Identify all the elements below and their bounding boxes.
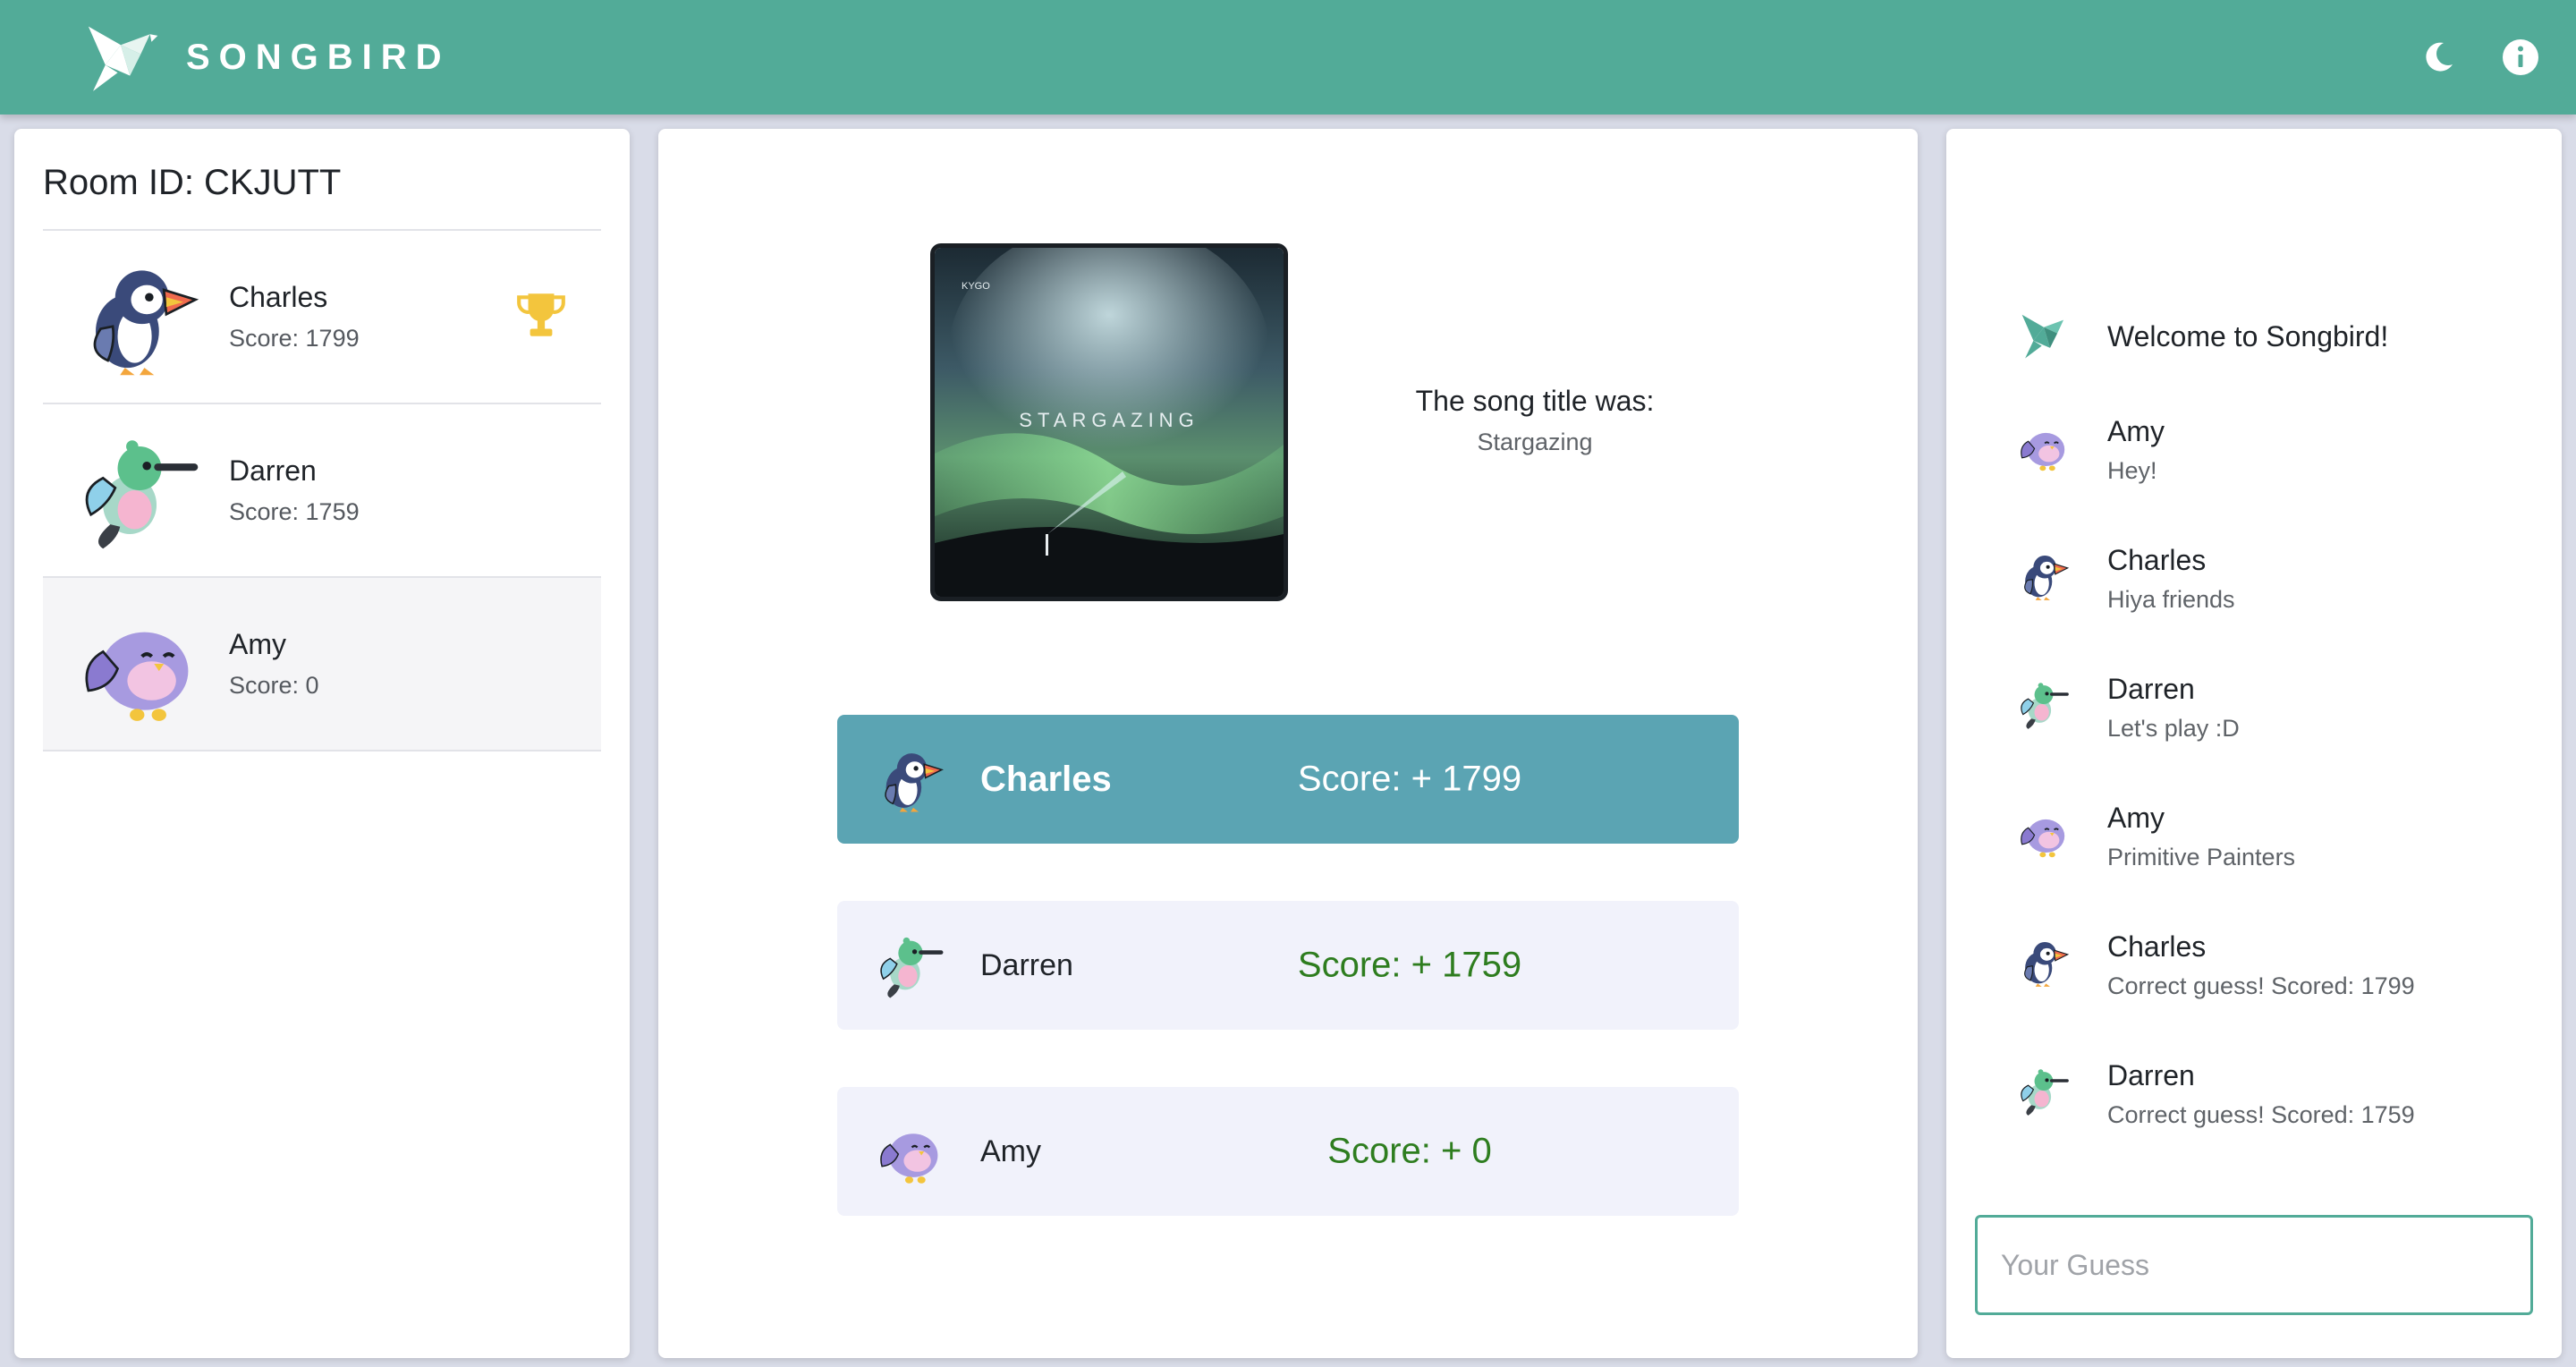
room-id: Room ID: CKJUTT [43,163,342,202]
chat-author: Amy [2107,802,2165,834]
brand[interactable]: SONGBIRD [82,19,451,96]
album-art-image: STARGAZING KYGO [935,248,1284,597]
guess-input[interactable] [2001,1218,2530,1312]
hummingbird-avatar-icon [2018,1065,2070,1117]
result-name: Darren [980,947,1073,982]
album-cover: STARGAZING KYGO [930,243,1288,601]
trophy-icon [517,293,565,336]
chat-text: Hiya friends [2107,586,2235,613]
hummingbird-avatar-icon [877,931,945,999]
chat-author: Charles [2107,544,2207,576]
chat-message: Darren Let's play :D [2018,673,2240,743]
round-results-panel: STARGAZING KYGO The song title was: Star… [658,129,1918,1358]
chat-text: Correct guess! Scored: 1799 [2107,972,2415,999]
song-title-label: The song title was: [1415,385,1655,417]
dark-mode-button[interactable] [2415,34,2462,81]
players-panel: Room ID: CKJUTT Charles Score: 1799 Darr… [14,129,630,1358]
app-name: SONGBIRD [186,37,451,77]
chat-panel: Welcome to Songbird! Amy Hey! Charles Hi… [1946,129,2562,1358]
puffin-avatar-icon [2018,936,2070,988]
chat-author: Darren [2107,673,2195,705]
result-row-winner: Charles Score: + 1799 [837,715,1739,844]
puffin-avatar-icon [2018,549,2070,601]
chat-message: Amy Hey! [2018,415,2165,485]
info-button[interactable] [2497,34,2544,81]
hummingbird-avatar-icon [79,429,200,551]
chat-author: Amy [2107,415,2165,447]
purple-bird-avatar-icon [79,603,200,725]
player-score: Score: 0 [229,672,319,699]
song-title: Stargazing [1477,429,1593,455]
chat-author: Darren [2107,1059,2195,1091]
chat-message: Darren Correct guess! Scored: 1759 [2018,1059,2415,1129]
chat-message: Amy Primitive Painters [2018,802,2295,871]
player-row-charles: Charles Score: 1799 [43,231,601,404]
result-name: Charles [980,759,1112,799]
chat-welcome: Welcome to Songbird! [2018,304,2388,361]
purple-bird-avatar-icon [877,1117,945,1185]
chat-text: Primitive Painters [2107,844,2296,870]
album-art-text: STARGAZING [1019,409,1199,431]
songbird-logo-icon [88,26,158,91]
moon-icon [2426,42,2453,72]
chat-author: Charles [2107,930,2207,963]
player-row-darren: Darren Score: 1759 [43,404,601,578]
chat-text: Let's play :D [2107,715,2240,742]
welcome-message: Welcome to Songbird! [2107,320,2389,352]
chat-message: Charles Hiya friends [2018,544,2235,614]
purple-bird-avatar-icon [2018,807,2070,859]
player-score: Score: 1759 [229,498,360,525]
player-score: Score: 1799 [229,325,360,352]
chat-message: Charles Correct guess! Scored: 1799 [2018,930,2415,1000]
songbird-logo-icon [2021,314,2064,359]
player-row-amy: Amy Score: 0 [43,578,601,751]
result-row: Darren Score: + 1759 [837,901,1739,1030]
info-icon [2503,39,2538,75]
puffin-avatar-icon [79,256,200,378]
player-name: Darren [229,454,317,487]
result-score: Score: + 0 [1327,1131,1492,1171]
chat-text: Correct guess! Scored: 1759 [2107,1101,2415,1128]
guess-field[interactable] [1975,1215,2533,1315]
result-score: Score: + 1759 [1297,945,1522,985]
result-score: Score: + 1799 [1297,759,1522,799]
album-logo-text: KYGO [962,281,990,292]
hummingbird-avatar-icon [2018,678,2070,730]
player-list: Charles Score: 1799 Darren Score: 1759 A… [43,229,601,751]
player-name: Amy [229,628,286,660]
player-name: Charles [229,281,328,313]
app-header: SONGBIRD [0,0,2576,115]
purple-bird-avatar-icon [2018,420,2070,472]
song-reveal: The song title was: Stargazing [1374,385,1696,456]
result-row: Amy Score: + 0 [837,1087,1739,1216]
chat-text: Hey! [2107,457,2157,484]
puffin-avatar-icon [877,745,945,813]
result-name: Amy [980,1134,1041,1168]
